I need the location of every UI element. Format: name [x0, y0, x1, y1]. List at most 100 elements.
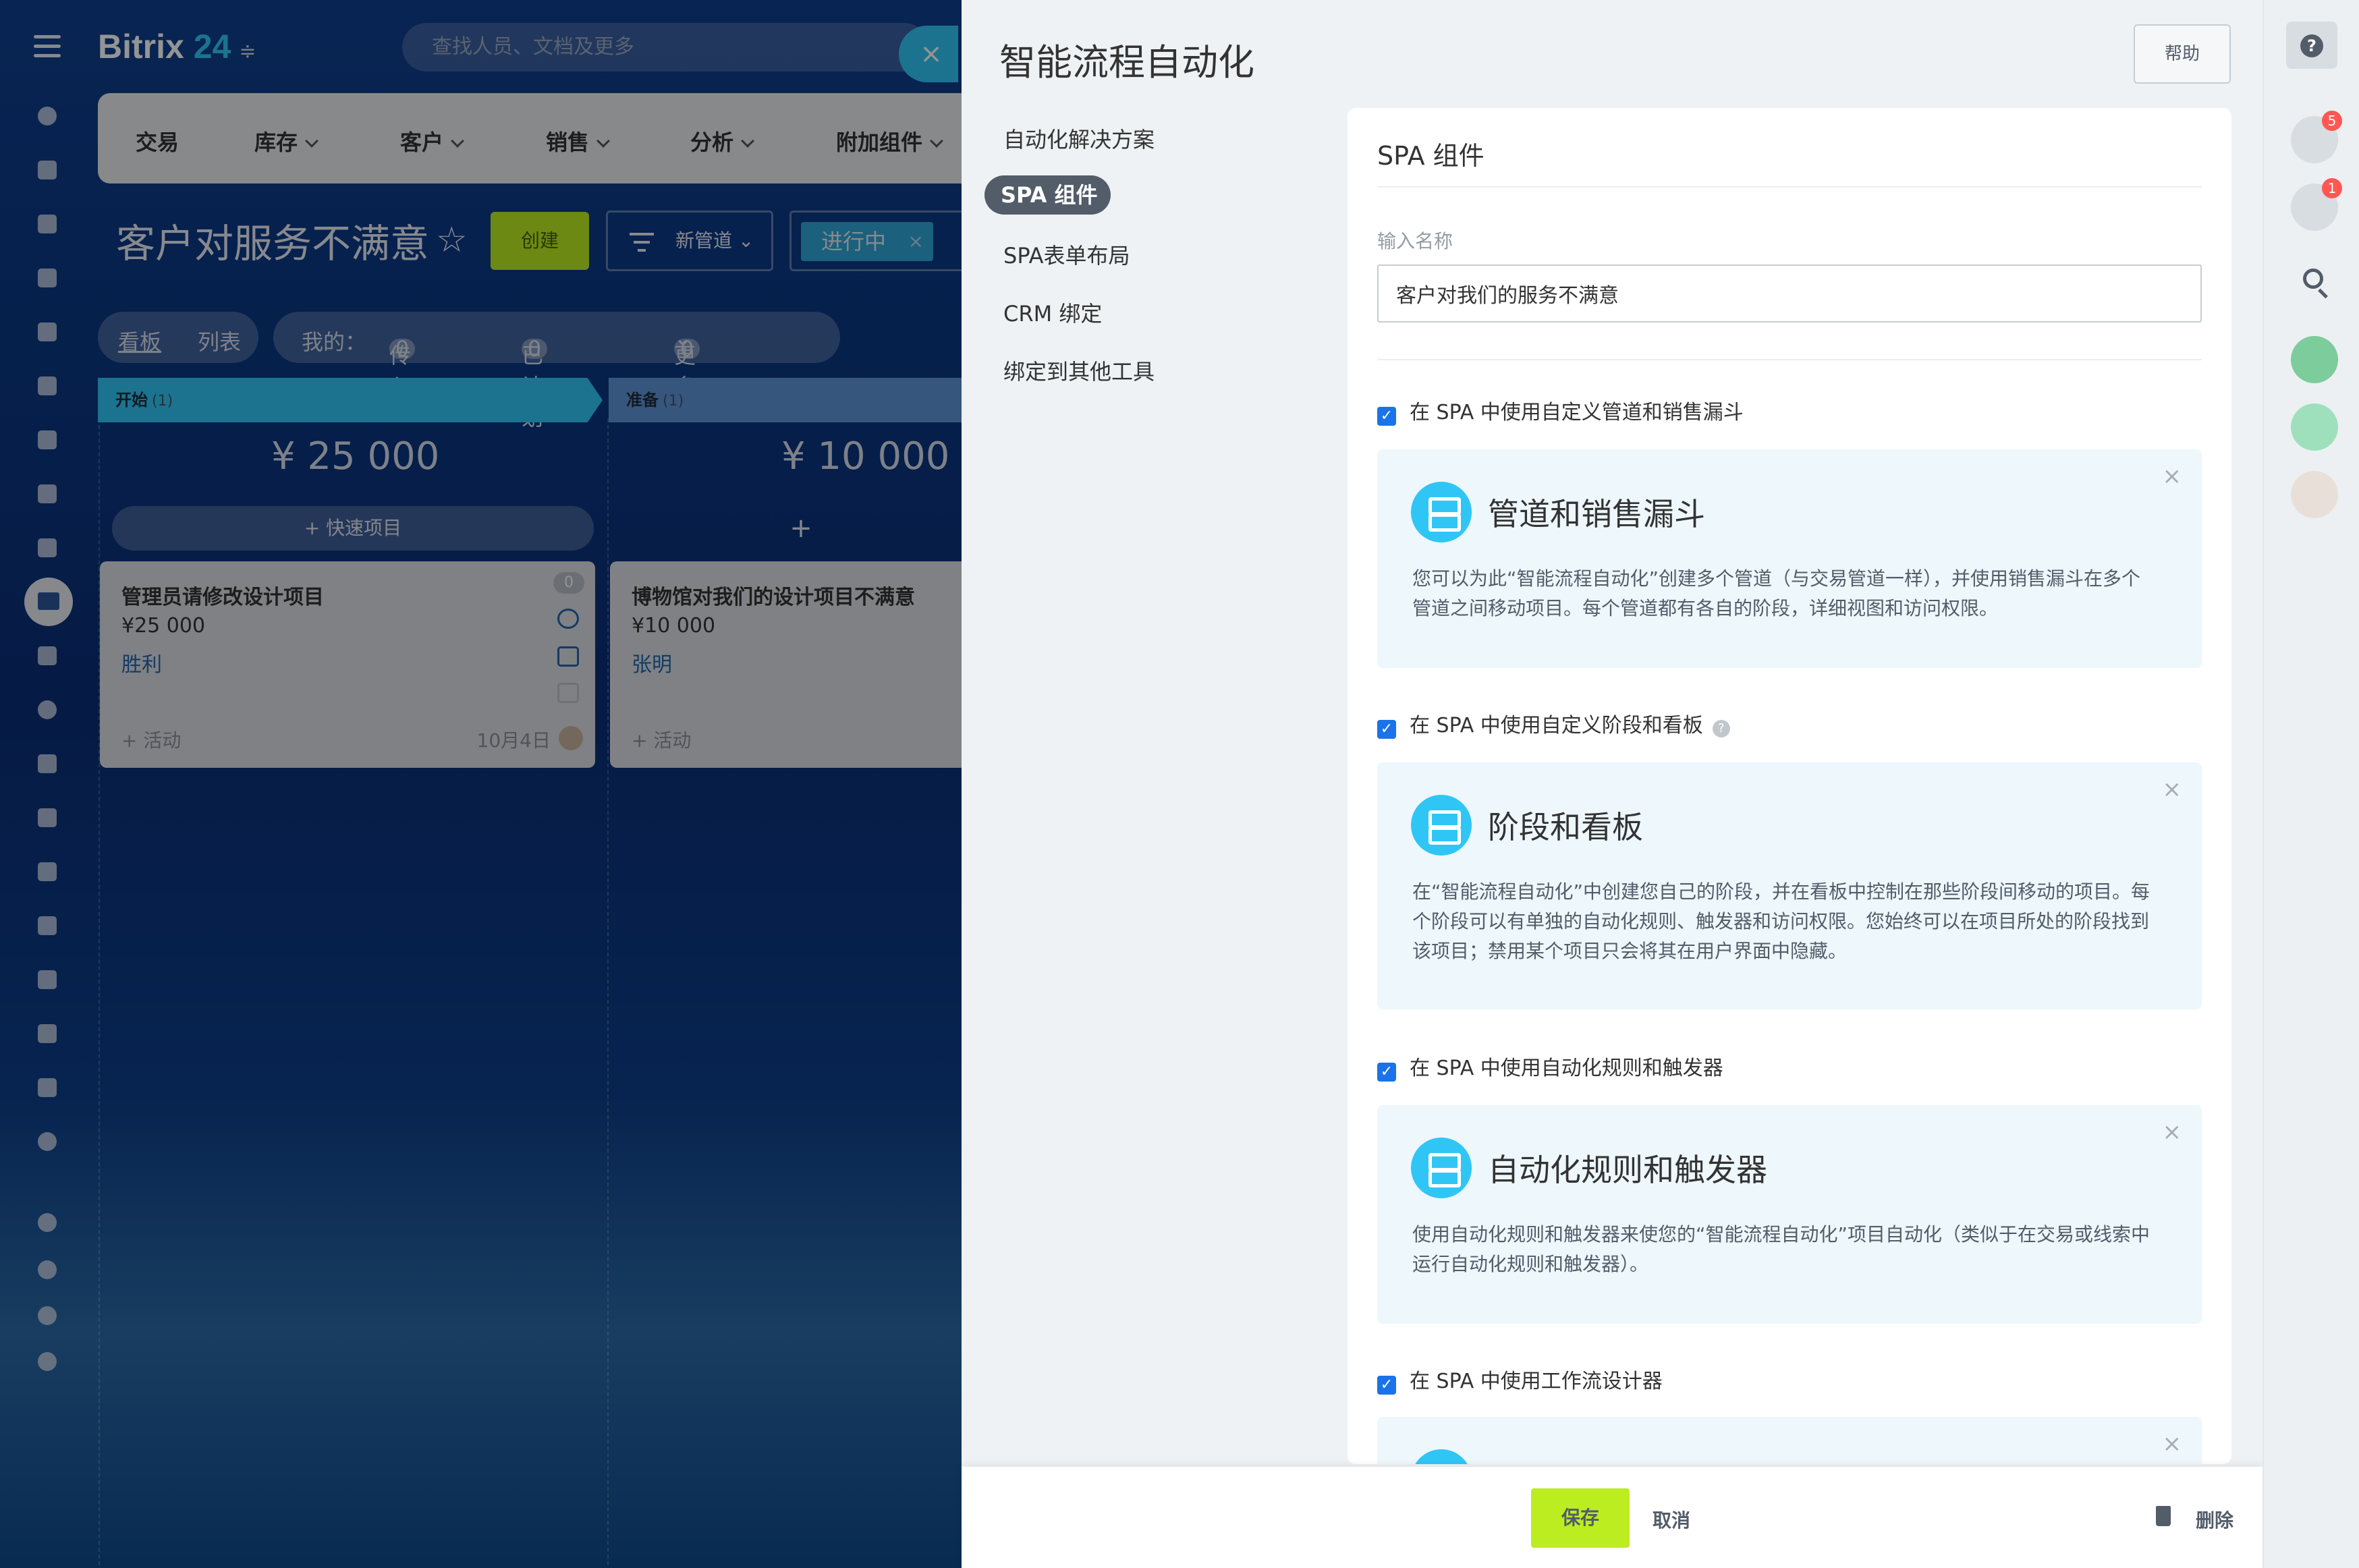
open-lines-icon[interactable]: [2291, 403, 2338, 451]
comment-icon[interactable]: [557, 683, 579, 703]
tab-addons[interactable]: 附加组件: [836, 125, 943, 157]
add-activity-link[interactable]: + 活动: [632, 726, 691, 753]
tab-inventory[interactable]: 库存: [254, 125, 318, 157]
counter-more[interactable]: 0 更多 ⌄: [674, 325, 700, 399]
card-responsible[interactable]: 胜利: [121, 648, 162, 677]
checklist-icon[interactable]: [32, 533, 62, 563]
search-icon[interactable]: [2303, 269, 2323, 289]
chat-icon[interactable]: 1: [2291, 178, 2342, 231]
mail-icon[interactable]: [557, 646, 579, 667]
info-card-stages: 阶段和看板 在“智能流程自动化”中创建您自己的阶段，并在看板中控制在那些阶段间移…: [1377, 762, 2202, 1009]
avatar[interactable]: [559, 726, 583, 750]
calendar-icon[interactable]: [32, 263, 62, 293]
documents-icon[interactable]: [32, 317, 62, 347]
robot-icon[interactable]: [32, 1019, 62, 1048]
chat-icon[interactable]: [32, 209, 62, 239]
crm-icon[interactable]: [24, 578, 73, 626]
tab-customers[interactable]: 客户: [400, 125, 464, 157]
view-kanban[interactable]: 看板: [118, 325, 161, 356]
help-icon[interactable]: [32, 1208, 62, 1237]
card-title[interactable]: 博物馆对我们的设计项目不满意: [632, 580, 915, 610]
card-responsible[interactable]: 张明: [632, 648, 672, 677]
quick-add-button[interactable]: +: [622, 506, 962, 551]
card-title[interactable]: 管理员请修改设计项目: [121, 580, 324, 610]
card-price: ¥10 000: [632, 614, 716, 638]
checkbox-checked-icon[interactable]: ✓: [1377, 720, 1396, 739]
help-button[interactable]: 帮助: [2134, 24, 2231, 84]
contact-card-icon[interactable]: [32, 965, 62, 995]
groups-icon[interactable]: [32, 479, 62, 509]
checkbox-checked-icon[interactable]: ✓: [1377, 1376, 1396, 1395]
star-icon[interactable]: ☆: [436, 220, 468, 260]
nav-crm-binding[interactable]: CRM 绑定: [1003, 297, 1102, 328]
panel-footer: 保存 取消 删除: [962, 1467, 2263, 1568]
company-icon[interactable]: [32, 641, 62, 671]
spa-name-input[interactable]: [1377, 264, 2202, 323]
remove-filter-icon[interactable]: ×: [908, 222, 924, 261]
option-automation-checkbox[interactable]: ✓ 在 SPA 中使用自动化规则和触发器: [1377, 1051, 1723, 1082]
automation-feature-icon: [1411, 1138, 1472, 1198]
phone-icon[interactable]: [557, 609, 579, 629]
tab-deals[interactable]: 交易: [136, 125, 179, 157]
close-icon[interactable]: ×: [2163, 1430, 2182, 1457]
target-icon[interactable]: [32, 695, 62, 725]
chevron-down-icon: [741, 134, 754, 148]
option-pipelines-checkbox[interactable]: ✓ 在 SPA 中使用自定义管道和销售漏斗: [1377, 395, 1744, 426]
save-button[interactable]: 保存: [1531, 1488, 1630, 1548]
filter-tag[interactable]: 进行中 ×: [801, 222, 934, 261]
option-stages-checkbox[interactable]: ✓ 在 SPA 中使用自定义阶段和看板?: [1377, 708, 1730, 739]
tab-sales[interactable]: 销售: [546, 125, 610, 157]
box-icon[interactable]: [32, 1073, 62, 1102]
cancel-button[interactable]: 取消: [1653, 1506, 1690, 1533]
more-icon[interactable]: [32, 1127, 62, 1156]
info-card-body: 在“智能流程自动化”中创建您自己的阶段，并在看板中控制在那些阶段间移动的项目。每…: [1412, 880, 2150, 962]
add-activity-link[interactable]: + 活动: [121, 726, 181, 753]
checkbox-checked-icon[interactable]: ✓: [1377, 407, 1396, 426]
nav-bind-other-tools[interactable]: 绑定到其他工具: [1003, 355, 1155, 386]
tab-analytics[interactable]: 分析: [690, 125, 754, 157]
option-workflow-designer-checkbox[interactable]: ✓ 在 SPA 中使用工作流设计器: [1377, 1364, 1663, 1395]
chevron-down-icon: [596, 134, 610, 148]
deal-card[interactable]: 管理员请修改设计项目 ¥25 000 胜利 + 活动 10月4日 0: [100, 561, 595, 768]
signature-icon[interactable]: [32, 857, 62, 887]
mail-icon[interactable]: [32, 425, 62, 455]
kanban-column-header[interactable]: 开始 (1): [98, 378, 603, 422]
info-card-body: 您可以为此“智能流程自动化”创建多个管道（与交易管道一样），并使用销售漏斗在多个…: [1412, 567, 2141, 619]
create-button[interactable]: 创建: [491, 212, 589, 270]
analytics-icon[interactable]: [32, 911, 62, 941]
global-search-input[interactable]: 查找人员、文档及更多: [402, 23, 928, 72]
delete-button[interactable]: 删除: [2196, 1506, 2233, 1533]
pipeline-button[interactable]: 新管道 ⌄: [606, 211, 773, 271]
divider: [1377, 186, 2202, 188]
contact-center-icon[interactable]: [2291, 336, 2338, 383]
sitemap-icon[interactable]: [32, 1255, 62, 1285]
nav-spa-form-layout[interactable]: SPA表单布局: [1003, 239, 1130, 270]
kanban-column-header[interactable]: 准备 (1): [609, 378, 962, 422]
quick-add-button[interactable]: + 快速项目: [112, 506, 594, 551]
trash-icon[interactable]: [2156, 1506, 2171, 1526]
close-slider-button[interactable]: ×: [899, 26, 958, 82]
avatar[interactable]: [2291, 471, 2338, 518]
deal-card[interactable]: 博物馆对我们的设计项目不满意 ¥10 000 张明 + 活动: [610, 561, 962, 768]
close-icon[interactable]: ×: [2163, 463, 2182, 490]
edit-icon[interactable]: [32, 803, 62, 833]
chat-badge: 1: [2322, 178, 2342, 198]
help-icon[interactable]: ?: [2286, 22, 2337, 69]
close-icon[interactable]: ×: [2163, 776, 2182, 803]
close-icon[interactable]: ×: [2163, 1119, 2182, 1146]
tasks-icon[interactable]: [32, 155, 62, 185]
cart-icon[interactable]: [32, 749, 62, 779]
question-icon[interactable]: ?: [1712, 720, 1730, 737]
settings-icon[interactable]: [32, 1301, 62, 1331]
nav-spa-components[interactable]: SPA 组件: [984, 175, 1111, 215]
drive-icon[interactable]: [32, 371, 62, 401]
add-icon[interactable]: [32, 1347, 62, 1376]
view-list[interactable]: 列表: [198, 325, 241, 356]
activity-stream-icon[interactable]: [32, 101, 62, 131]
nav-automation-solutions[interactable]: 自动化解决方案: [1003, 123, 1155, 154]
brand-logo[interactable]: Bitrix 24 ≑: [98, 27, 256, 66]
filter-field[interactable]: 进行中 ×: [789, 211, 962, 271]
menu-icon[interactable]: [34, 35, 61, 58]
notifications-bell-icon[interactable]: 5: [2291, 111, 2342, 163]
checkbox-checked-icon[interactable]: ✓: [1377, 1063, 1396, 1082]
